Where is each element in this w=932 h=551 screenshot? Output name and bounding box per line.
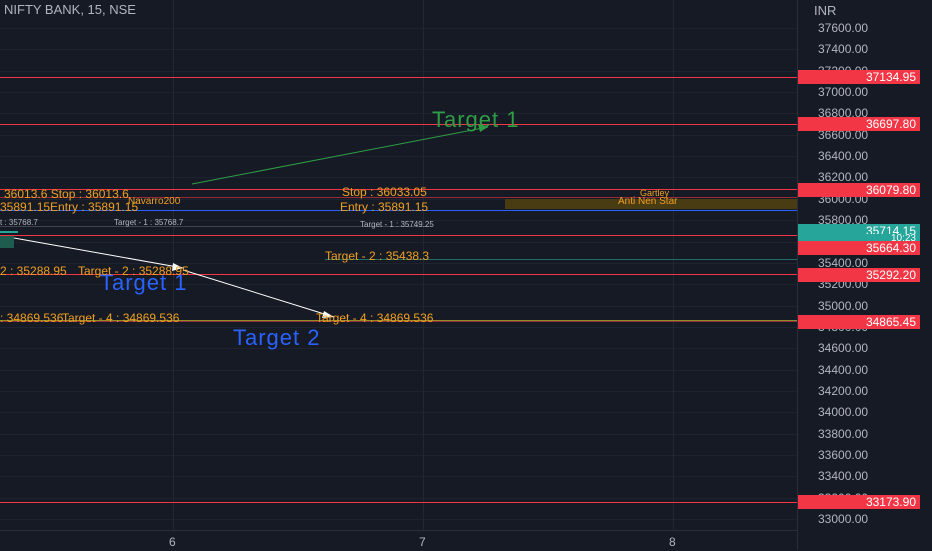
entry-left-label: 35891.15Entry : 35891.15: [0, 200, 139, 214]
green-arrow-line: [191, 126, 489, 185]
target2-left-label-b: Target - 2 : 35288.95: [78, 264, 189, 278]
target4-mid-label: Target - 4 : 34869.536: [62, 311, 180, 325]
target2-blue-label: Target 2: [233, 325, 321, 350]
price-label: 37134.95: [798, 70, 920, 84]
stop-left-label: 36013.6 Stop : 36013.6: [4, 187, 129, 201]
y-tick: 35000.00: [818, 298, 869, 313]
y-tick: 34000.00: [818, 405, 869, 420]
target4-right-label: Target - 4 : 34869.536: [316, 311, 434, 325]
y-tick: 37600.00: [818, 21, 869, 35]
price-label: 34865.45: [798, 315, 920, 329]
y-tick: 33600.00: [818, 448, 869, 462]
y-tick: 36200.00: [818, 170, 869, 185]
price-label: 36697.80: [798, 117, 920, 131]
target2-left-label: 2 : 35288.95: [0, 264, 67, 278]
price-label: 35292.20: [798, 268, 920, 282]
target4-left-label: : 34869.536: [0, 311, 64, 325]
price-axis[interactable]: INR 37600.0037400.0037200.0037000.003680…: [797, 0, 932, 550]
price-label: 36079.80: [798, 183, 920, 197]
price-label: 33173.90: [798, 495, 920, 509]
chart-pane[interactable]: NIFTY BANK, 15, NSE Target 1 Target 1 Ta…: [0, 0, 797, 530]
y-tick: 33000.00: [818, 512, 869, 527]
price-label: 35664.30: [798, 241, 920, 255]
y-tick: 36400.00: [818, 149, 869, 164]
y-tick: 37000.00: [818, 85, 869, 100]
y-tick: 33400.00: [818, 469, 869, 484]
y-tick: 34200.00: [818, 383, 869, 398]
x-tick: 8: [669, 535, 676, 549]
target2-right-label: Target - 2 : 35438.3: [325, 249, 430, 263]
y-tick: 33800.00: [818, 426, 869, 441]
x-tick: 7: [419, 535, 426, 549]
y-tick: 37400.00: [818, 42, 869, 57]
time-axis[interactable]: 6 7 8: [0, 530, 797, 551]
symbol-title: NIFTY BANK, 15, NSE: [4, 2, 136, 17]
x-tick: 6: [169, 535, 176, 549]
entry-right-label: Entry : 35891.15: [340, 200, 429, 214]
anti-nen-star-label: Anti Nen Star: [618, 196, 678, 207]
small-target-left-partial: t : 35768.7: [0, 218, 38, 227]
target1-green-label: Target 1: [432, 107, 520, 132]
y-tick: 34600.00: [818, 341, 869, 356]
currency-label: INR: [814, 3, 837, 18]
y-tick: 34400.00: [818, 362, 869, 377]
stop-right-label: Stop : 36033.05: [342, 185, 427, 199]
small-target-right: Target - 1 : 35749.25: [360, 220, 434, 229]
white-arrow-line-2: [182, 269, 335, 318]
small-target-left: Target - 1 : 35768.7: [114, 218, 184, 227]
